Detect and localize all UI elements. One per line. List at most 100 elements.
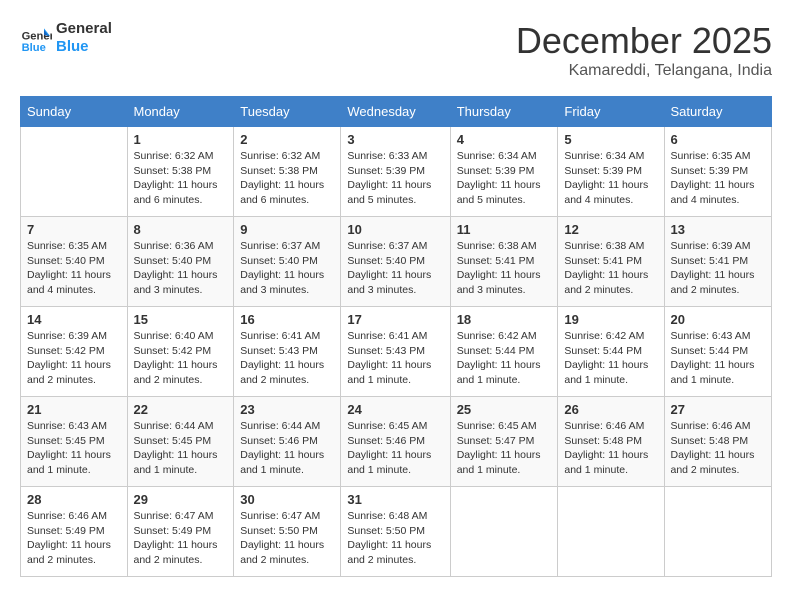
day-detail: Sunrise: 6:46 AMSunset: 5:48 PMDaylight:… (671, 419, 766, 478)
day-number: 20 (671, 312, 766, 327)
calendar-week-row: 7 Sunrise: 6:35 AMSunset: 5:40 PMDaylight… (21, 217, 772, 307)
day-detail: Sunrise: 6:36 AMSunset: 5:40 PMDaylight:… (134, 239, 228, 298)
calendar-day-cell: 17 Sunrise: 6:41 AMSunset: 5:43 PMDayligh… (341, 307, 450, 397)
day-detail: Sunrise: 6:32 AMSunset: 5:38 PMDaylight:… (240, 149, 334, 208)
day-detail: Sunrise: 6:48 AMSunset: 5:50 PMDaylight:… (347, 509, 443, 568)
day-detail: Sunrise: 6:43 AMSunset: 5:45 PMDaylight:… (27, 419, 121, 478)
day-number: 27 (671, 402, 766, 417)
calendar-day-cell: 12 Sunrise: 6:38 AMSunset: 5:41 PMDayligh… (558, 217, 664, 307)
day-detail: Sunrise: 6:35 AMSunset: 5:39 PMDaylight:… (671, 149, 766, 208)
day-detail: Sunrise: 6:47 AMSunset: 5:50 PMDaylight:… (240, 509, 334, 568)
day-number: 8 (134, 222, 228, 237)
calendar-week-row: 1 Sunrise: 6:32 AMSunset: 5:38 PMDaylight… (21, 127, 772, 217)
calendar-day-cell (664, 487, 772, 577)
day-detail: Sunrise: 6:37 AMSunset: 5:40 PMDaylight:… (347, 239, 443, 298)
day-detail: Sunrise: 6:43 AMSunset: 5:44 PMDaylight:… (671, 329, 766, 388)
day-number: 29 (134, 492, 228, 507)
day-number: 7 (27, 222, 121, 237)
weekday-header-cell: Monday (127, 97, 234, 127)
title-block: December 2025 Kamareddi, Telangana, Indi… (516, 20, 772, 80)
day-detail: Sunrise: 6:34 AMSunset: 5:39 PMDaylight:… (564, 149, 657, 208)
location: Kamareddi, Telangana, India (516, 62, 772, 80)
calendar-day-cell: 3Sunrise: 6:33 AMSunset: 5:39 PMDaylight… (341, 127, 450, 217)
calendar-day-cell: 10 Sunrise: 6:37 AMSunset: 5:40 PMDayligh… (341, 217, 450, 307)
calendar-day-cell: 30 Sunrise: 6:47 AMSunset: 5:50 PMDayligh… (234, 487, 341, 577)
calendar-day-cell: 29Sunrise: 6:47 AMSunset: 5:49 PMDayligh… (127, 487, 234, 577)
day-number: 13 (671, 222, 766, 237)
day-number: 6 (671, 132, 766, 147)
logo-line2: Blue (56, 38, 112, 56)
calendar-day-cell: 7 Sunrise: 6:35 AMSunset: 5:40 PMDaylight… (21, 217, 128, 307)
logo: General Blue General Blue (20, 20, 112, 56)
day-number: 1 (134, 132, 228, 147)
day-detail: Sunrise: 6:41 AMSunset: 5:43 PMDaylight:… (347, 329, 443, 388)
calendar-day-cell: 19 Sunrise: 6:42 AMSunset: 5:44 PMDayligh… (558, 307, 664, 397)
day-number: 19 (564, 312, 657, 327)
calendar-day-cell (21, 127, 128, 217)
svg-text:General: General (22, 31, 52, 43)
day-detail: Sunrise: 6:45 AMSunset: 5:47 PMDaylight:… (457, 419, 552, 478)
calendar-day-cell: 9Sunrise: 6:37 AMSunset: 5:40 PMDaylight… (234, 217, 341, 307)
logo-icon: General Blue (20, 22, 52, 54)
calendar-day-cell: 25 Sunrise: 6:45 AMSunset: 5:47 PMDayligh… (450, 397, 558, 487)
calendar-day-cell: 11Sunrise: 6:38 AMSunset: 5:41 PMDayligh… (450, 217, 558, 307)
calendar-day-cell: 31 Sunrise: 6:48 AMSunset: 5:50 PMDayligh… (341, 487, 450, 577)
logo-line1: General (56, 20, 112, 38)
day-number: 16 (240, 312, 334, 327)
weekday-header-cell: Saturday (664, 97, 772, 127)
day-number: 4 (457, 132, 552, 147)
day-detail: Sunrise: 6:35 AMSunset: 5:40 PMDaylight:… (27, 239, 121, 298)
day-number: 23 (240, 402, 334, 417)
day-number: 15 (134, 312, 228, 327)
calendar-day-cell: 15 Sunrise: 6:40 AMSunset: 5:42 PMDayligh… (127, 307, 234, 397)
calendar-body: 1 Sunrise: 6:32 AMSunset: 5:38 PMDaylight… (21, 127, 772, 577)
day-detail: Sunrise: 6:40 AMSunset: 5:42 PMDaylight:… (134, 329, 228, 388)
day-detail: Sunrise: 6:42 AMSunset: 5:44 PMDaylight:… (564, 329, 657, 388)
day-detail: Sunrise: 6:41 AMSunset: 5:43 PMDaylight:… (240, 329, 334, 388)
day-number: 17 (347, 312, 443, 327)
day-detail: Sunrise: 6:38 AMSunset: 5:41 PMDaylight:… (564, 239, 657, 298)
weekday-header-cell: Friday (558, 97, 664, 127)
day-number: 30 (240, 492, 334, 507)
calendar-week-row: 21 Sunrise: 6:43 AMSunset: 5:45 PMDayligh… (21, 397, 772, 487)
calendar-day-cell: 21 Sunrise: 6:43 AMSunset: 5:45 PMDayligh… (21, 397, 128, 487)
calendar-day-cell: 22 Sunrise: 6:44 AMSunset: 5:45 PMDayligh… (127, 397, 234, 487)
calendar-day-cell: 23Sunrise: 6:44 AMSunset: 5:46 PMDayligh… (234, 397, 341, 487)
calendar-day-cell: 27 Sunrise: 6:46 AMSunset: 5:48 PMDayligh… (664, 397, 772, 487)
calendar-day-cell: 2Sunrise: 6:32 AMSunset: 5:38 PMDaylight… (234, 127, 341, 217)
day-number: 5 (564, 132, 657, 147)
calendar-day-cell: 13 Sunrise: 6:39 AMSunset: 5:41 PMDayligh… (664, 217, 772, 307)
day-detail: Sunrise: 6:34 AMSunset: 5:39 PMDaylight:… (457, 149, 552, 208)
calendar-day-cell: 6 Sunrise: 6:35 AMSunset: 5:39 PMDaylight… (664, 127, 772, 217)
day-number: 11 (457, 222, 552, 237)
weekday-header-cell: Thursday (450, 97, 558, 127)
day-number: 10 (347, 222, 443, 237)
day-detail: Sunrise: 6:39 AMSunset: 5:41 PMDaylight:… (671, 239, 766, 298)
day-number: 25 (457, 402, 552, 417)
month-title: December 2025 (516, 20, 772, 62)
calendar-table: SundayMondayTuesdayWednesdayThursdayFrid… (20, 96, 772, 577)
day-detail: Sunrise: 6:46 AMSunset: 5:48 PMDaylight:… (564, 419, 657, 478)
day-detail: Sunrise: 6:46 AMSunset: 5:49 PMDaylight:… (27, 509, 121, 568)
calendar-day-cell: 16 Sunrise: 6:41 AMSunset: 5:43 PMDayligh… (234, 307, 341, 397)
calendar-day-cell: 4 Sunrise: 6:34 AMSunset: 5:39 PMDaylight… (450, 127, 558, 217)
calendar-week-row: 14 Sunrise: 6:39 AMSunset: 5:42 PMDayligh… (21, 307, 772, 397)
day-detail: Sunrise: 6:39 AMSunset: 5:42 PMDaylight:… (27, 329, 121, 388)
day-number: 22 (134, 402, 228, 417)
page-header: General Blue General Blue December 2025 … (20, 20, 772, 80)
day-detail: Sunrise: 6:37 AMSunset: 5:40 PMDaylight:… (240, 239, 334, 298)
day-number: 28 (27, 492, 121, 507)
day-number: 21 (27, 402, 121, 417)
day-detail: Sunrise: 6:33 AMSunset: 5:39 PMDaylight:… (347, 149, 443, 208)
day-number: 31 (347, 492, 443, 507)
calendar-day-cell (558, 487, 664, 577)
calendar-day-cell: 24Sunrise: 6:45 AMSunset: 5:46 PMDayligh… (341, 397, 450, 487)
day-detail: Sunrise: 6:44 AMSunset: 5:45 PMDaylight:… (134, 419, 228, 478)
weekday-header-cell: Wednesday (341, 97, 450, 127)
calendar-day-cell: 5 Sunrise: 6:34 AMSunset: 5:39 PMDaylight… (558, 127, 664, 217)
weekday-header-row: SundayMondayTuesdayWednesdayThursdayFrid… (21, 97, 772, 127)
calendar-day-cell: 28 Sunrise: 6:46 AMSunset: 5:49 PMDayligh… (21, 487, 128, 577)
calendar-day-cell (450, 487, 558, 577)
day-number: 12 (564, 222, 657, 237)
day-number: 14 (27, 312, 121, 327)
